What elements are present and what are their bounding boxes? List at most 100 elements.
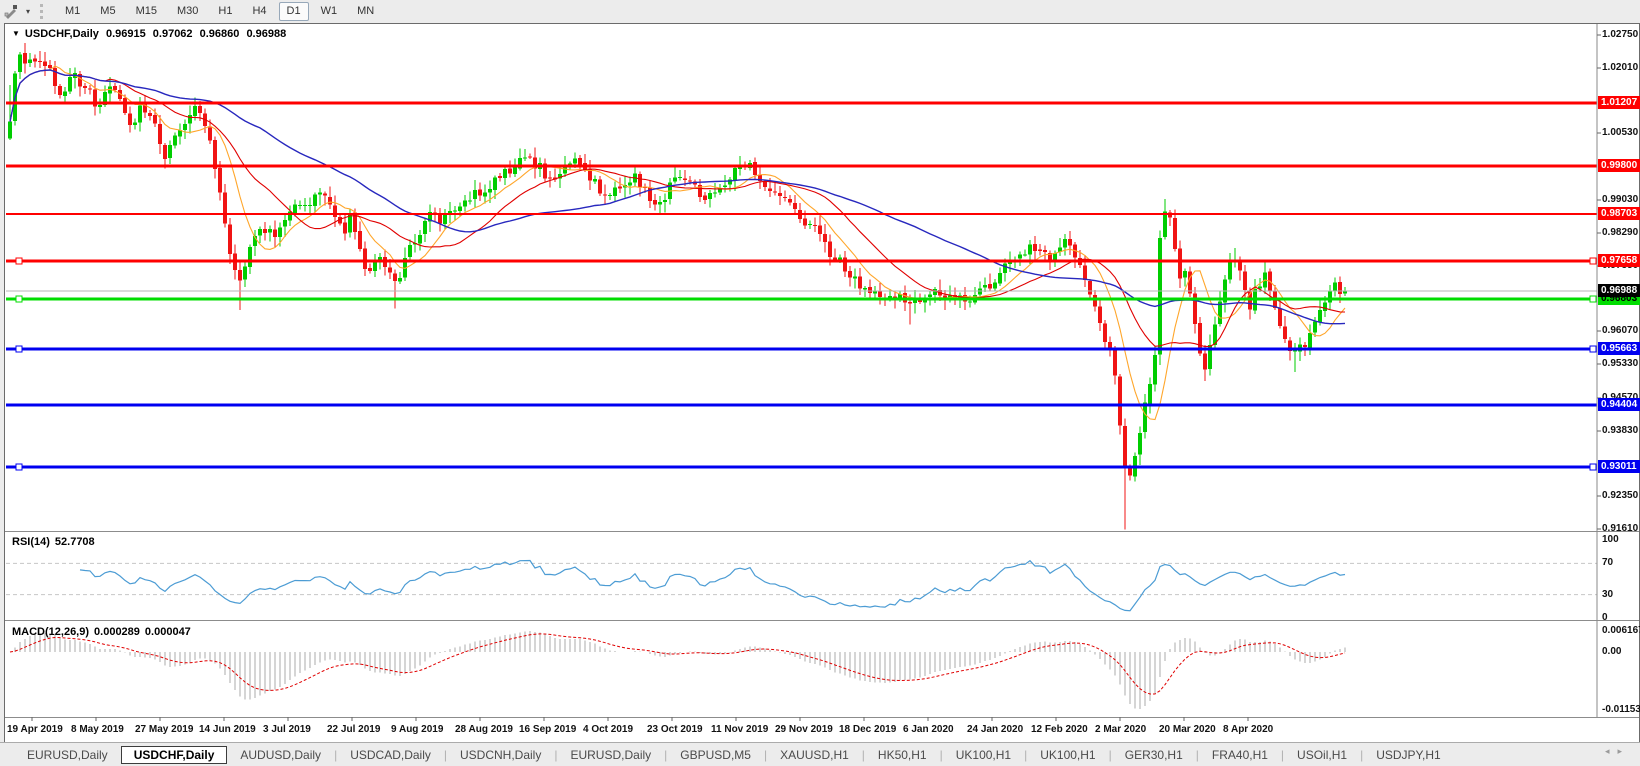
- dropdown-caret-icon[interactable]: ▾: [22, 7, 34, 16]
- date-axis-label: 6 Jan 2020: [903, 724, 954, 735]
- ohlc-close: 0.96988: [246, 28, 287, 40]
- top-toolbar: ▾ M1 M5 M15 M30 H1 H4 D1 W1 MN: [0, 0, 1640, 22]
- level-price-badge: 1.01207: [1598, 96, 1640, 110]
- rsi-axis-label: 0: [1602, 612, 1608, 623]
- date-axis-label: 3 Jul 2019: [263, 724, 311, 735]
- date-axis-label: 4 Oct 2019: [583, 724, 634, 735]
- chart-tab-eurusd-daily[interactable]: EURUSD,Daily: [14, 746, 121, 764]
- price-tick-label: 1.02750: [1602, 29, 1639, 40]
- chart-tab-usdjpy-h1[interactable]: USDJPY,H1: [1363, 746, 1453, 764]
- ohlc-low: 0.96860: [199, 28, 240, 40]
- date-axis-label: 16 Sep 2019: [519, 724, 577, 735]
- macd-panel: [9, 631, 1346, 709]
- date-axis-label: 29 Nov 2019: [775, 724, 833, 735]
- chart-tab-ger30-h1[interactable]: GER30,H1: [1112, 746, 1196, 764]
- price-tick-label: 0.93830: [1602, 424, 1639, 436]
- level-price-badge: 0.94404: [1598, 398, 1640, 412]
- current-price-badge: 0.96988: [1598, 283, 1640, 297]
- date-axis-label: 22 Jul 2019: [327, 724, 381, 735]
- chart-tab-hk50-h1[interactable]: HK50,H1: [865, 746, 940, 764]
- price-tick-label: 0.91610: [1602, 523, 1639, 534]
- chart-tab-gbpusd-m5[interactable]: GBPUSD,M5: [667, 746, 764, 764]
- chart-tab-audusd-daily[interactable]: AUDUSD,Daily: [227, 746, 334, 764]
- collapse-triangle-icon[interactable]: ▼: [12, 29, 20, 38]
- price-tick-label: 0.92350: [1602, 490, 1639, 502]
- chart-tab-usoil-h1[interactable]: USOil,H1: [1284, 746, 1360, 764]
- main-chart-canvas[interactable]: [5, 24, 1639, 741]
- level-price-badge: 0.95663: [1598, 342, 1640, 356]
- level-price-badge: 0.98703: [1598, 207, 1640, 221]
- macd-histogram: [14, 631, 1346, 709]
- candlestick-series: [8, 42, 1347, 530]
- macd-value-signal: 0.000047: [144, 626, 191, 638]
- chart-tab-usdcad-daily[interactable]: USDCAD,Daily: [337, 746, 444, 764]
- level-price-badge: 0.99800: [1598, 158, 1640, 172]
- date-axis-label: 11 Nov 2019: [711, 724, 769, 735]
- date-axis-label: 8 Apr 2020: [1223, 724, 1274, 735]
- ohlc-high: 0.97062: [152, 28, 193, 40]
- rsi-panel: [6, 559, 1597, 612]
- timeframe-button-h4[interactable]: H4: [244, 2, 274, 21]
- macd-axis-min: -0.011531: [1602, 704, 1640, 715]
- timeframe-button-group: M1 M5 M15 M30 H1 H4 D1 W1 MN: [55, 1, 384, 21]
- level-anchor-marker: [1589, 295, 1597, 303]
- tab-scroll-arrows[interactable]: ◂▸: [1605, 746, 1630, 757]
- timeframe-button-h1[interactable]: H1: [210, 2, 240, 21]
- chart-tab-usdcnh-daily[interactable]: USDCNH,Daily: [447, 746, 554, 764]
- price-tick-label: 0.99030: [1602, 193, 1639, 205]
- timeframe-button-w1[interactable]: W1: [313, 2, 346, 21]
- level-price-badge: 0.93011: [1598, 459, 1640, 473]
- timeframe-button-mn[interactable]: MN: [349, 2, 382, 21]
- chart-tab-uk100-h1[interactable]: UK100,H1: [943, 746, 1024, 764]
- chart-window[interactable]: ▼ USDCHF,Daily 0.96915 0.97062 0.96860 0.…: [4, 23, 1640, 743]
- date-axis-label: 19 Apr 2019: [7, 724, 63, 735]
- macd-axis-max: 0.006167: [1602, 625, 1640, 636]
- macd-name: MACD(12,26,9): [12, 626, 90, 638]
- date-axis-label: 9 Aug 2019: [391, 724, 444, 735]
- level-anchor-marker: [15, 257, 23, 265]
- price-tick-label: 0.96070: [1602, 325, 1639, 337]
- price-tick-label: 0.98290: [1602, 226, 1639, 238]
- rsi-axis-label: 70: [1602, 557, 1614, 569]
- date-axis-label: 27 May 2019: [135, 724, 194, 735]
- date-axis-label: 28 Aug 2019: [455, 724, 513, 735]
- chart-cursor-icon: [4, 4, 17, 19]
- price-tick-label: 1.02010: [1602, 61, 1639, 73]
- date-axis-label: 8 May 2019: [71, 724, 124, 735]
- tab-scroll-left-icon[interactable]: ◂: [1605, 746, 1618, 756]
- macd-value-main: 0.000289: [94, 626, 140, 638]
- tab-scroll-right-icon[interactable]: ▸: [1617, 746, 1630, 756]
- rsi-indicator-label: RSI(14) 52.7708: [12, 536, 100, 548]
- level-anchor-marker: [15, 463, 23, 471]
- chart-symbol-period: USDCHF,Daily: [24, 28, 99, 40]
- macd-indicator-label: MACD(12,26,9) 0.000289 0.000047: [12, 626, 196, 638]
- date-axis-label: 2 Mar 2020: [1095, 724, 1147, 735]
- rsi-line: [79, 559, 1346, 612]
- chart-tab-fra40-h1[interactable]: FRA40,H1: [1199, 746, 1281, 764]
- timeframe-button-m1[interactable]: M1: [57, 2, 88, 21]
- timeframe-button-m30[interactable]: M30: [169, 2, 206, 21]
- rsi-axis-label: 30: [1602, 588, 1614, 600]
- ohlc-open: 0.96915: [105, 28, 146, 40]
- date-axis-label: 24 Jan 2020: [967, 724, 1024, 735]
- level-anchor-marker: [15, 295, 23, 303]
- level-anchor-marker: [1589, 463, 1597, 471]
- timeframe-button-m15[interactable]: M15: [128, 2, 165, 21]
- toolbar-grip[interactable]: [40, 3, 47, 19]
- chart-tab-eurusd-daily[interactable]: EURUSD,Daily: [557, 746, 664, 764]
- date-axis-label: 14 Jun 2019: [199, 724, 256, 735]
- chart-tab-bar: EURUSD,Daily USDCHF,Daily AUDUSD,Daily | USD…: [0, 742, 1640, 766]
- level-price-badge: 0.97658: [1598, 253, 1640, 267]
- drawing-tool-button[interactable]: [0, 2, 22, 20]
- chart-tab-usdchf-daily[interactable]: USDCHF,Daily: [120, 745, 228, 764]
- date-axis-label: 23 Oct 2019: [647, 724, 703, 735]
- timeframe-button-d1[interactable]: D1: [278, 1, 309, 21]
- chart-tab-uk100-h1[interactable]: UK100,H1: [1027, 746, 1108, 764]
- moving-average-slow: [9, 69, 1346, 325]
- timeframe-button-m5[interactable]: M5: [92, 2, 123, 21]
- chart-tab-xauusd-h1[interactable]: XAUUSD,H1: [767, 746, 862, 764]
- rsi-axis-label: 100: [1602, 534, 1619, 545]
- date-axis-label: 20 Mar 2020: [1159, 724, 1216, 735]
- mt4-terminal: { "toolbar": { "timeframes": ["M1","M5",…: [0, 0, 1640, 766]
- chart-header: ▼ USDCHF,Daily 0.96915 0.97062 0.96860 0.…: [12, 28, 290, 40]
